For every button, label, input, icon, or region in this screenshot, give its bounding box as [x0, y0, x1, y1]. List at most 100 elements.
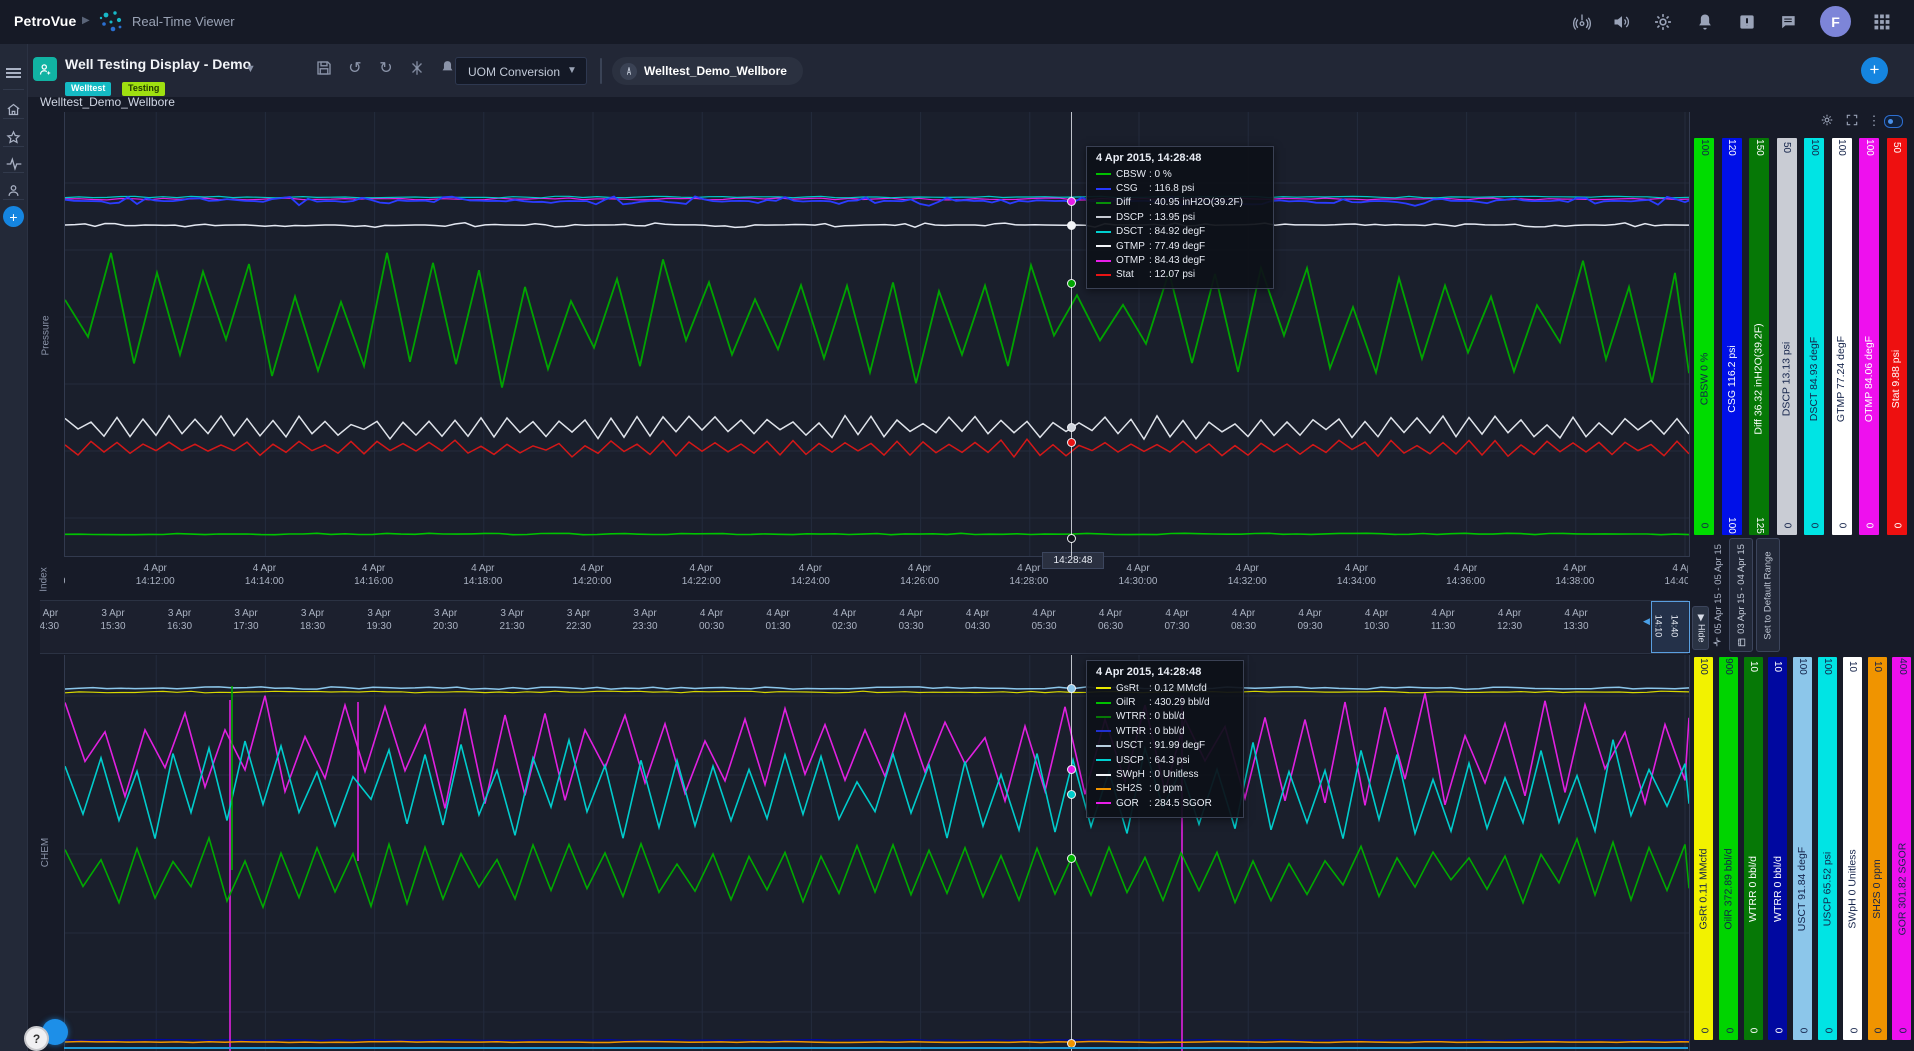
series-name: OilR — [1116, 697, 1149, 708]
user-avatar[interactable]: F — [1820, 6, 1851, 37]
scale-bar-dscp[interactable]: 50DSCP 13.13 psi0 — [1777, 138, 1797, 535]
scale-bar-usct[interactable]: 100USCT 91.84 degF0 — [1793, 657, 1812, 1040]
undo-icon[interactable]: ↺ — [345, 59, 365, 79]
wellbore-derrick-icon — [620, 63, 637, 80]
panel-kebab-menu-icon[interactable]: ⋮ — [1866, 113, 1882, 129]
chart-cursor-line[interactable] — [1071, 655, 1072, 1051]
settings-gear-icon[interactable] — [1653, 12, 1673, 32]
uom-caret-icon[interactable]: ▼ — [567, 65, 577, 76]
scale-min: 0 — [1804, 520, 1824, 531]
scale-bar-uscp[interactable]: 100USCP 65.52 psi0 — [1818, 657, 1837, 1040]
scale-max: 10 — [1868, 661, 1887, 672]
series-swatch — [1096, 274, 1111, 276]
scale-bar-sh2s[interactable]: 10SH2S 0 ppm0 — [1868, 657, 1887, 1040]
add-display-button[interactable]: + — [1861, 57, 1888, 84]
sidebar-divider — [3, 118, 24, 119]
series-swatch — [1096, 216, 1111, 218]
timeline-selection-handle-icon[interactable]: ◀ — [1643, 616, 1650, 627]
panel-link-toggle[interactable] — [1884, 115, 1903, 128]
scale-bar-swph[interactable]: 10SWpH 0 Unitless0 — [1843, 657, 1862, 1040]
scale-min: 0 — [1694, 520, 1714, 531]
instrument-status-icon[interactable] — [1572, 12, 1592, 32]
series-line-gsrt — [65, 691, 1689, 693]
redo-icon[interactable]: ↻ — [376, 59, 396, 79]
scale-bar-label: USCT 91.84 degF — [1793, 757, 1812, 1022]
series-swatch — [1096, 231, 1111, 233]
scale-bar-otmp[interactable]: 100OTMP 84.06 degF0 — [1859, 138, 1879, 535]
scale-bar-label: WTRR 0 bbl/d — [1768, 757, 1787, 1022]
help-button[interactable]: ? — [24, 1026, 49, 1051]
index-timeline[interactable]: 3 Apr14:303 Apr15:303 Apr16:303 Apr17:30… — [40, 600, 1688, 654]
series-line-dscp — [65, 416, 1689, 440]
chart-cursor-line[interactable] — [1071, 112, 1072, 556]
brand-logo[interactable]: PetroVue — [14, 13, 77, 29]
scale-bar-label: GsRt 0.11 MMcfd — [1694, 757, 1713, 1022]
scale-bar-gor[interactable]: 400GOR 301.82 SGOR0 — [1892, 657, 1911, 1040]
scale-max: 900 — [1719, 661, 1738, 672]
app-name: Real-Time Viewer — [132, 14, 235, 29]
scale-max: 120 — [1722, 142, 1742, 153]
panel-expand-icon[interactable] — [1844, 113, 1860, 129]
series-value: : 91.99 degF — [1149, 740, 1205, 751]
series-name: CSG — [1116, 183, 1149, 194]
scale-max: 50 — [1777, 142, 1797, 153]
plot-bottom-scroll-edge[interactable] — [64, 1047, 1688, 1049]
scale-bar-gsrt[interactable]: 100GsRt 0.11 MMcfd0 — [1694, 657, 1713, 1040]
alarm-bell-icon[interactable] — [437, 59, 457, 79]
menu-hamburger-icon[interactable] — [0, 60, 27, 86]
x-axis-tick: 4 Apr14:38:00 — [1535, 562, 1615, 588]
tracing-icon[interactable] — [407, 59, 427, 79]
display-selector-caret-icon[interactable]: ▼ — [245, 63, 256, 75]
feedback-chat-icon[interactable] — [1778, 12, 1798, 32]
notifications-bell-icon[interactable] — [1695, 12, 1715, 32]
series-line-cbsw — [65, 533, 1689, 534]
badge-testing: Testing — [122, 82, 165, 96]
scale-bar-wtrr[interactable]: 10WTRR 0 bbl/d0 — [1744, 657, 1763, 1040]
sidebar-add-button[interactable]: + — [3, 206, 24, 227]
scale-bar-wtrr[interactable]: 10WTRR 0 bbl/d0 — [1768, 657, 1787, 1040]
chem-chart-plot[interactable] — [64, 655, 1690, 1051]
scale-bar-csg[interactable]: 120CSG 116.2 psi100 — [1722, 138, 1742, 535]
display-type-icon — [33, 57, 57, 81]
tooltip-row: GOR: 284.5 SGOR — [1096, 796, 1234, 810]
scale-bar-dsct[interactable]: 100DSCT 84.93 degF0 — [1804, 138, 1824, 535]
audio-icon[interactable] — [1612, 12, 1632, 32]
tooltip-row: USCP: 64.3 psi — [1096, 753, 1234, 767]
tooltip-row: GTMP: 77.49 degF — [1096, 239, 1264, 253]
series-name: USCP — [1116, 755, 1149, 766]
alerts-icon[interactable] — [1737, 12, 1757, 32]
scale-bar-oilr[interactable]: 900OilR 372.89 bbl/d0 — [1719, 657, 1738, 1040]
wellbore-chip[interactable]: Welltest_Demo_Wellbore — [612, 57, 803, 85]
panel-settings-gear-icon[interactable] — [1819, 113, 1835, 129]
series-name: GTMP — [1116, 241, 1149, 252]
current-range-button[interactable]: 03 Apr 15 - 04 Apr 15 — [1729, 538, 1753, 652]
scale-bar-label: DSCT 84.93 degF — [1804, 241, 1824, 517]
series-swatch — [1096, 774, 1111, 776]
sidebar-item-trends[interactable] — [0, 151, 27, 177]
x-axis-tick: 4 Apr14:22:00 — [661, 562, 741, 588]
series-name: DSCP — [1116, 212, 1149, 223]
x-axis-tick: 4 Apr14:36:00 — [1426, 562, 1506, 588]
apps-grid-icon[interactable] — [1872, 12, 1892, 32]
series-line-wtrr — [65, 1040, 1689, 1041]
badge-welltest: Welltest — [65, 82, 111, 96]
scale-bar-gtmp[interactable]: 100GTMP 77.24 degF0 — [1832, 138, 1852, 535]
series-value: : 12.07 psi — [1149, 269, 1195, 280]
set-default-range-button[interactable]: Set to Default Range — [1756, 538, 1780, 652]
series-value: : 13.95 psi — [1149, 212, 1195, 223]
scale-bar-stat[interactable]: 50Stat 9.88 psi0 — [1887, 138, 1907, 535]
scale-min: 0 — [1768, 1025, 1787, 1036]
app-network-logo-icon — [96, 7, 126, 42]
scale-bar-cbsw[interactable]: 100CBSW 0 %0 — [1694, 138, 1714, 535]
scale-bar-diff[interactable]: 150Diff 36.32 inH2O(39.2F)125 — [1749, 138, 1769, 535]
scale-bar-label: GTMP 77.24 degF — [1832, 241, 1852, 517]
save-icon[interactable] — [314, 59, 334, 79]
series-value: : 0 ppm — [1149, 783, 1182, 794]
hide-timeline-button[interactable]: ▶ Hide — [1692, 606, 1709, 650]
scale-bar-label: OilR 372.89 bbl/d — [1719, 757, 1738, 1022]
tooltip-timestamp: 4 Apr 2015, 14:28:48 — [1096, 666, 1234, 678]
pressure-chart-plot[interactable] — [64, 112, 1690, 557]
series-swatch — [1096, 788, 1111, 790]
scale-max: 10 — [1843, 661, 1862, 672]
series-swatch — [1096, 802, 1111, 804]
